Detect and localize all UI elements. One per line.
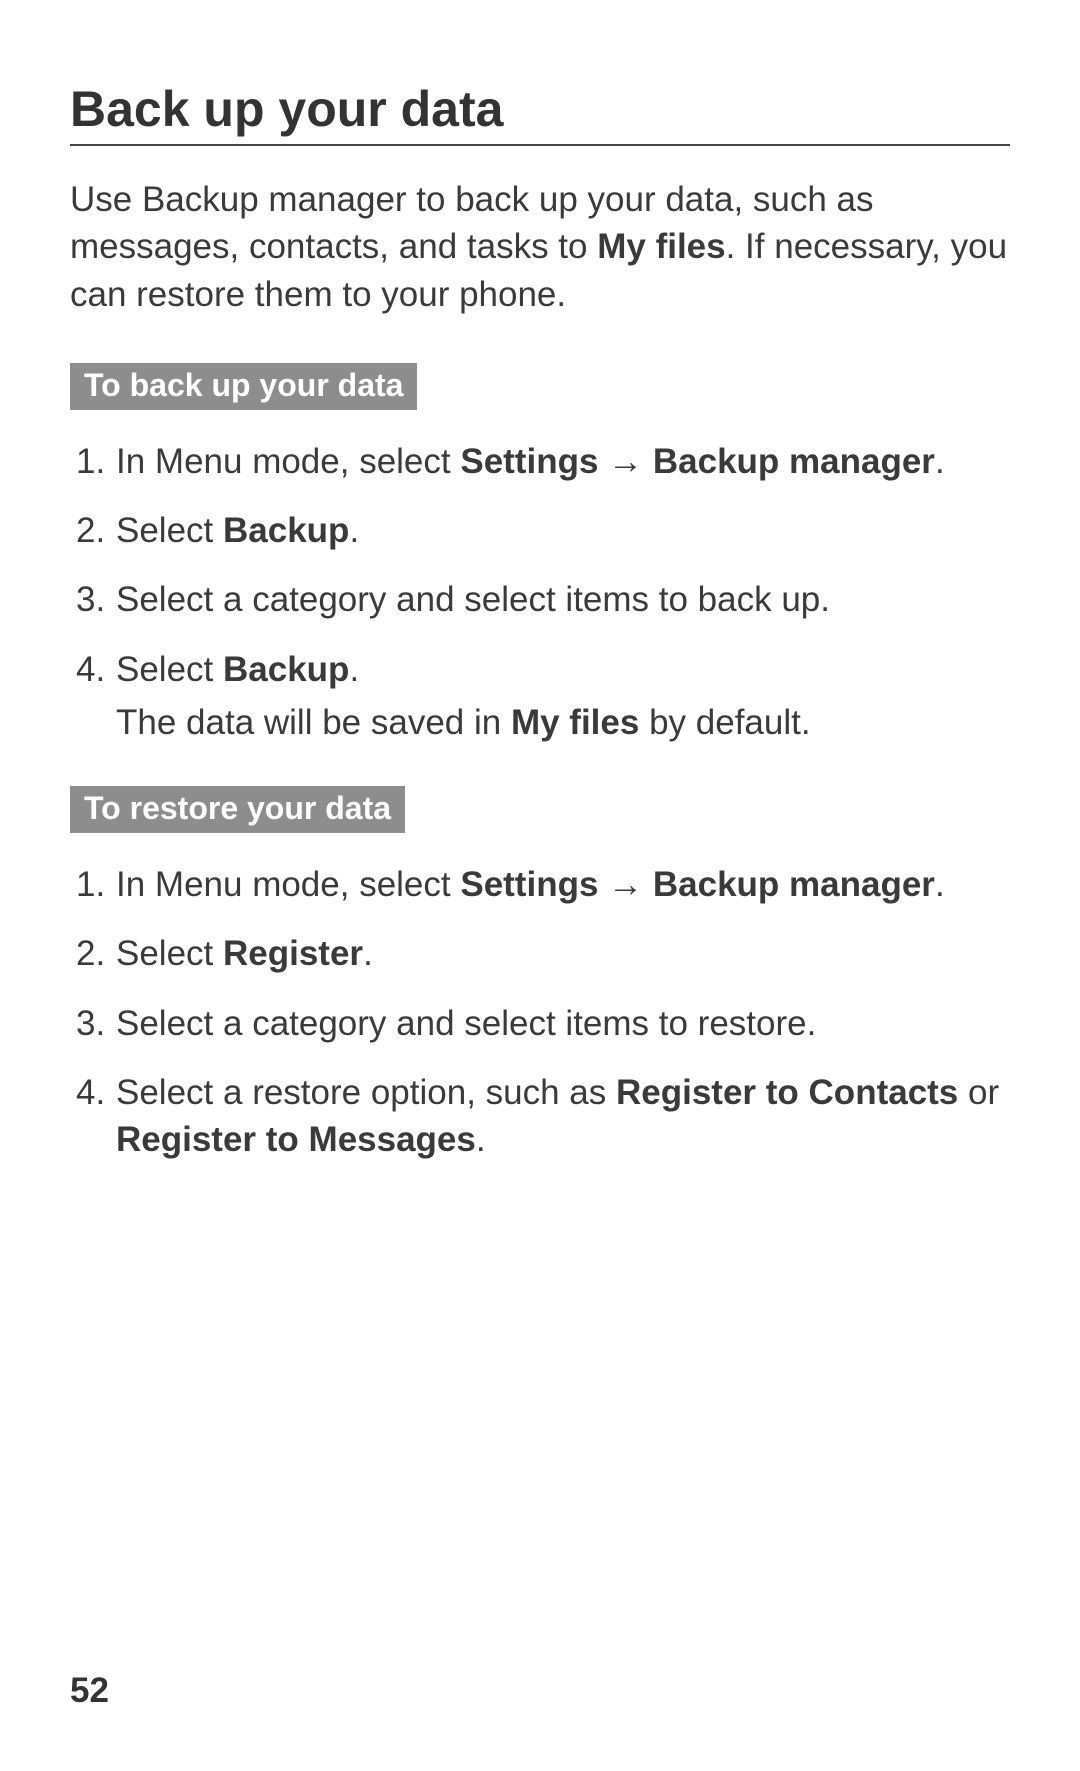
- step: 2. Select Backup.: [70, 507, 1010, 554]
- step: 2. Select Register.: [70, 930, 1010, 977]
- step-body: Select Register.: [116, 930, 1010, 977]
- step-body: Select a restore option, such as Registe…: [116, 1069, 1010, 1164]
- intro-paragraph: Use Backup manager to back up your data,…: [70, 176, 1010, 318]
- step-note: The data will be saved in My files by de…: [116, 699, 1010, 746]
- section-restore: To restore your data 1. In Menu mode, se…: [70, 786, 1010, 1163]
- step-number: 2.: [70, 507, 116, 554]
- step-body: Select Backup.: [116, 507, 1010, 554]
- step: 1. In Menu mode, select Settings → Backu…: [70, 438, 1010, 485]
- step-body: Select a category and select items to re…: [116, 1000, 1010, 1047]
- page-number: 52: [70, 1671, 109, 1711]
- steps-backup: 1. In Menu mode, select Settings → Backu…: [70, 438, 1010, 746]
- step-number: 3.: [70, 576, 116, 623]
- step: 4. Select Backup. The data will be saved…: [70, 646, 1010, 747]
- step: 3. Select a category and select items to…: [70, 1000, 1010, 1047]
- step-body: In Menu mode, select Settings → Backup m…: [116, 438, 1010, 485]
- step-body: In Menu mode, select Settings → Backup m…: [116, 861, 1010, 908]
- step-number: 1.: [70, 861, 116, 908]
- step-number: 1.: [70, 438, 116, 485]
- step: 4. Select a restore option, such as Regi…: [70, 1069, 1010, 1164]
- document-page: Back up your data Use Backup manager to …: [0, 0, 1080, 1771]
- steps-restore: 1. In Menu mode, select Settings → Backu…: [70, 861, 1010, 1163]
- section-backup: To back up your data 1. In Menu mode, se…: [70, 363, 1010, 746]
- intro-bold-myfiles: My files: [597, 227, 725, 266]
- page-title: Back up your data: [70, 80, 1010, 146]
- step: 3. Select a category and select items to…: [70, 576, 1010, 623]
- step: 1. In Menu mode, select Settings → Backu…: [70, 861, 1010, 908]
- step-number: 3.: [70, 1000, 116, 1047]
- step-number: 2.: [70, 930, 116, 977]
- section-label-restore: To restore your data: [70, 786, 405, 833]
- step-number: 4.: [70, 1069, 116, 1164]
- step-body: Select a category and select items to ba…: [116, 576, 1010, 623]
- step-body: Select Backup. The data will be saved in…: [116, 646, 1010, 747]
- section-label-backup: To back up your data: [70, 363, 417, 410]
- step-number: 4.: [70, 646, 116, 747]
